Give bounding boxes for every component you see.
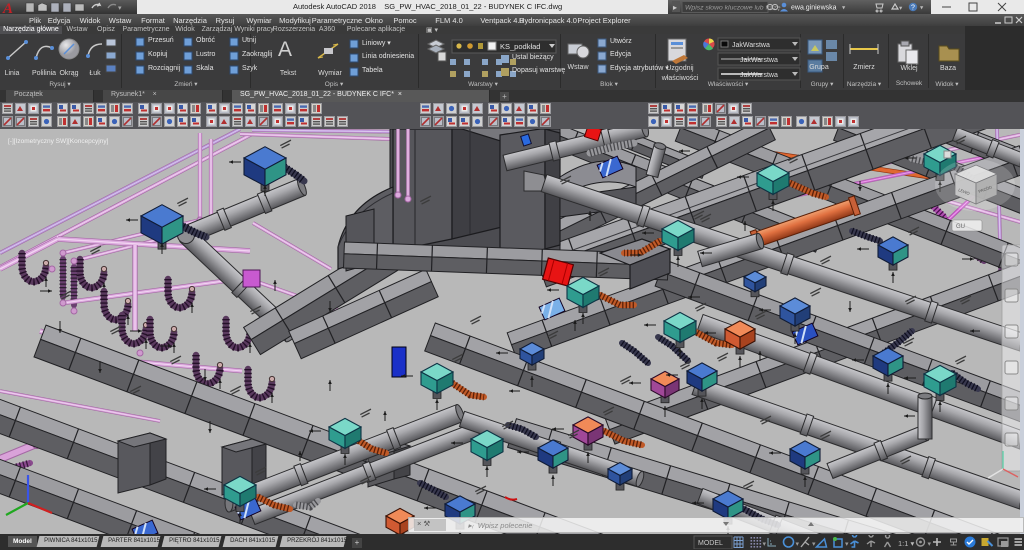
svg-text:ewa.giniewska: ewa.giniewska bbox=[791, 5, 837, 12]
svg-text:KS_podkład: KS_podkład bbox=[500, 42, 540, 51]
svg-text:▾: ▾ bbox=[899, 5, 903, 12]
svg-text:▾: ▾ bbox=[920, 5, 924, 12]
svg-text:1:1 ▾: 1:1 ▾ bbox=[898, 539, 915, 548]
svg-text:▾: ▾ bbox=[118, 5, 122, 12]
svg-text:▾: ▾ bbox=[812, 541, 816, 548]
svg-text:[-][Izometryczny SW][Koncepcyj: [-][Izometryczny SW][Koncepcyjny] bbox=[8, 138, 109, 145]
svg-text:▾: ▾ bbox=[928, 541, 932, 548]
svg-text:▾: ▾ bbox=[842, 5, 846, 12]
svg-text:?: ? bbox=[911, 5, 915, 12]
svg-text:▾: ▾ bbox=[845, 541, 849, 548]
svg-text:▾: ▾ bbox=[763, 541, 767, 548]
svg-text:▾: ▾ bbox=[796, 541, 800, 548]
svg-text:GU: GU bbox=[956, 224, 965, 230]
svg-text:MODEL: MODEL bbox=[698, 540, 723, 547]
svg-text:JakWarstwa: JakWarstwa bbox=[732, 42, 770, 49]
svg-text:A: A bbox=[2, 1, 13, 14]
svg-text:▸: ▸ bbox=[673, 3, 677, 12]
svg-text:Wpisz słowo kluczowe lub frazę: Wpisz słowo kluczowe lub frazę bbox=[685, 5, 781, 12]
svg-text:JakWarstwa: JakWarstwa bbox=[740, 72, 778, 79]
svg-text:JakWarstwa: JakWarstwa bbox=[740, 57, 778, 64]
